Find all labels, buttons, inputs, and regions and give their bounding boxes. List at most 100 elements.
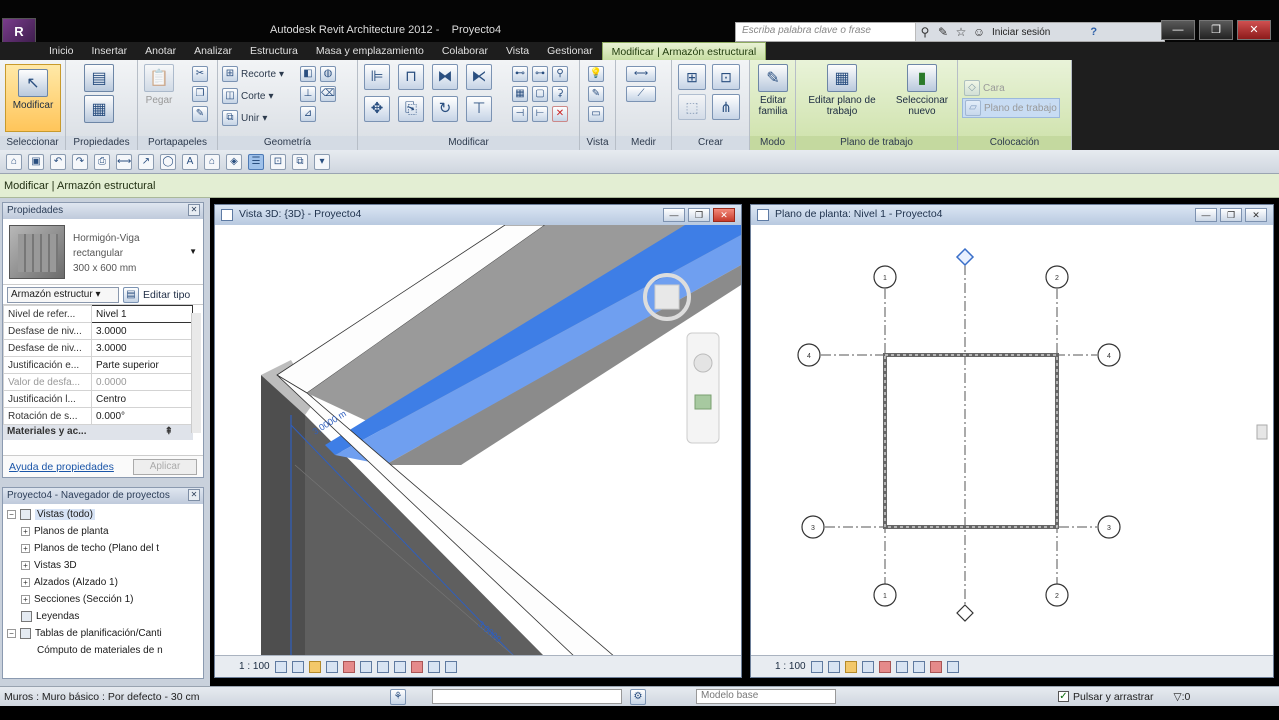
edit-type-icon[interactable]: ▤: [123, 286, 139, 303]
close-view-button[interactable]: ✕: [713, 208, 735, 222]
tab-anotar[interactable]: Anotar: [136, 42, 185, 60]
override-icon[interactable]: ✎: [588, 86, 604, 102]
select-new-button[interactable]: ▮ Seleccionar nuevo: [892, 64, 952, 117]
view-plan-window[interactable]: Plano de planta: Nivel 1 - Proyecto4 — ❐…: [750, 204, 1274, 678]
list-item[interactable]: + Alzados (Alzado 1): [7, 574, 199, 591]
split-face-icon[interactable]: ◧: [300, 66, 316, 82]
measure-qat-icon[interactable]: ⟷: [116, 153, 132, 170]
move-icon[interactable]: ✥: [364, 96, 390, 122]
subscription-icon[interactable]: ✎: [934, 25, 952, 39]
detail-level-icon[interactable]: [810, 660, 823, 673]
tab-modificar-armazon[interactable]: Modificar | Armazón estructural: [601, 42, 767, 60]
reveal-hidden-icon[interactable]: [929, 660, 942, 673]
hide-icon[interactable]: 💡: [588, 66, 604, 82]
list-item[interactable]: Leyendas: [7, 608, 199, 625]
lateral-justification-field[interactable]: Centro: [91, 390, 193, 408]
tab-gestionar[interactable]: Gestionar: [538, 42, 602, 60]
measure-icon[interactable]: ⟷: [626, 66, 656, 82]
analytical-model-icon[interactable]: [946, 660, 959, 673]
array-icon[interactable]: ▦: [512, 86, 528, 102]
expand-icon[interactable]: +: [21, 561, 30, 570]
thin-lines-icon[interactable]: ☰: [248, 153, 264, 170]
beam-join-icon[interactable]: ⊿: [300, 106, 316, 122]
list-item[interactable]: + Vistas 3D: [7, 557, 199, 574]
show-crop-icon[interactable]: [895, 660, 908, 673]
chevron-down-icon[interactable]: ▼: [189, 247, 197, 256]
customize-qat-icon[interactable]: ▾: [314, 153, 330, 170]
split-icon[interactable]: ⊷: [512, 66, 528, 82]
star-icon[interactable]: ☆: [952, 25, 970, 39]
minimize-button[interactable]: —: [1161, 20, 1195, 40]
view-plan-canvas[interactable]: 1 2 4 4 3 3 1 2: [751, 225, 1273, 655]
crop-view-icon[interactable]: [342, 660, 355, 673]
properties-scrollbar[interactable]: [191, 313, 201, 433]
mirror-draw-icon[interactable]: ⧔: [466, 64, 492, 90]
expand-icon[interactable]: +: [21, 544, 30, 553]
type-selector[interactable]: Hormigón-Viga rectangular 300 x 600 mm ▼: [3, 219, 203, 285]
end-offset-field[interactable]: 3.0000: [91, 339, 193, 357]
paint-icon[interactable]: ◍: [320, 66, 336, 82]
demolish-icon[interactable]: ⌫: [320, 86, 336, 102]
save-icon[interactable]: ▣: [28, 153, 44, 170]
expand-icon[interactable]: +: [21, 527, 30, 536]
align-icon[interactable]: ⊫: [364, 64, 390, 90]
join-row[interactable]: ⧉ Unir ▾: [222, 110, 267, 126]
cut-geometry-row[interactable]: ◫ Corte ▾: [222, 88, 273, 104]
tab-masa[interactable]: Masa y emplazamiento: [307, 42, 433, 60]
hide-isolate-icon[interactable]: [912, 660, 925, 673]
linework-icon[interactable]: ▭: [588, 106, 604, 122]
print-icon[interactable]: ⎙: [94, 153, 110, 170]
paste-button[interactable]: 📋 Pegar: [144, 64, 174, 106]
undo-icon[interactable]: ↶: [50, 153, 66, 170]
pin-icon[interactable]: ⚲: [552, 66, 568, 82]
apply-button[interactable]: Aplicar: [133, 458, 197, 475]
expand-icon[interactable]: +: [21, 578, 30, 587]
rotate-icon[interactable]: ↻: [432, 96, 458, 122]
cut-icon[interactable]: ✂: [192, 66, 208, 82]
view-3d-window[interactable]: Vista 3D: {3D} - Proyecto4 — ❐ ✕ 3.0000 …: [214, 204, 742, 678]
visual-style-icon[interactable]: [291, 660, 304, 673]
scale-icon[interactable]: ▢: [532, 86, 548, 102]
close-button[interactable]: ✕: [1237, 20, 1271, 40]
open-icon[interactable]: ⌂: [6, 153, 22, 170]
close-properties-icon[interactable]: ✕: [188, 204, 200, 216]
properties-button[interactable]: ▤ ▦: [84, 64, 114, 126]
help-button[interactable]: ?: [1090, 26, 1097, 38]
dimension-icon[interactable]: ⟋: [626, 86, 656, 102]
close-hidden-icon[interactable]: ⊡: [270, 153, 286, 170]
press-drag-checkbox[interactable]: ✓ Pulsar y arrastrar: [1058, 691, 1154, 703]
mirror-axis-icon[interactable]: ⧓: [432, 64, 458, 90]
tab-colaborar[interactable]: Colaborar: [433, 42, 497, 60]
close-view-button[interactable]: ✕: [1245, 208, 1267, 222]
face-placement-button[interactable]: ◇ Cara: [964, 80, 1005, 96]
show-crop-icon[interactable]: [359, 660, 372, 673]
trim-multiple-icon[interactable]: ⊢: [532, 106, 548, 122]
filter-icon[interactable]: ▽:0: [1174, 691, 1191, 703]
create-assembly-icon[interactable]: ⋔: [712, 94, 740, 120]
view-scale[interactable]: 1 : 100: [775, 661, 806, 672]
materials-section-header[interactable]: Materiales y ac... ⇞: [3, 425, 193, 440]
checkbox-checked-icon[interactable]: ✓: [1058, 691, 1069, 702]
expand-icon[interactable]: +: [21, 595, 30, 604]
sun-path-icon[interactable]: [844, 660, 857, 673]
view-3d-canvas[interactable]: 3.0000 m 3.0000: [215, 225, 741, 655]
collapse-icon[interactable]: −: [7, 629, 16, 638]
switch-windows-icon[interactable]: ⧉: [292, 153, 308, 170]
tab-estructura[interactable]: Estructura: [241, 42, 307, 60]
create-similar-icon[interactable]: ⊡: [712, 64, 740, 90]
visual-style-icon[interactable]: [827, 660, 840, 673]
restore-view-button[interactable]: ❐: [1220, 208, 1242, 222]
workplane-display-icon[interactable]: [444, 660, 457, 673]
list-item[interactable]: + Secciones (Sección 1): [7, 591, 199, 608]
list-item[interactable]: + Planos de techo (Plano del t: [7, 540, 199, 557]
analytical-model-icon[interactable]: [427, 660, 440, 673]
crop-view-icon[interactable]: [878, 660, 891, 673]
modify-button[interactable]: ↖ Modificar: [5, 64, 61, 132]
tab-insertar[interactable]: Insertar: [83, 42, 137, 60]
wall-joins-icon[interactable]: ⊥: [300, 86, 316, 102]
start-offset-field[interactable]: 3.0000: [91, 322, 193, 340]
restore-view-button[interactable]: ❐: [688, 208, 710, 222]
sun-path-icon[interactable]: [308, 660, 321, 673]
dimension-qat-icon[interactable]: ↗: [138, 153, 154, 170]
rotation-field[interactable]: 0.000°: [91, 407, 193, 425]
